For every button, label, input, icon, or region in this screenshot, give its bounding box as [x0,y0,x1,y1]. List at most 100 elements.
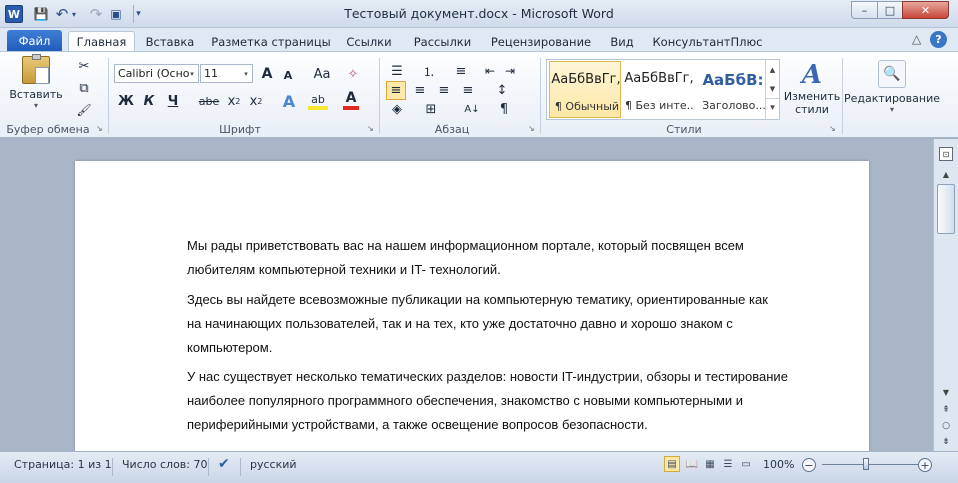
paragraph-launcher-icon[interactable]: ↘ [528,124,535,133]
font-size-combo[interactable]: 11 ▾ [200,64,253,83]
print-layout-view-icon[interactable]: ▤ [664,456,680,472]
clear-formatting-icon[interactable]: ✧ [344,65,362,83]
paste-dropdown-icon[interactable]: ▾ [34,101,38,110]
subscript-icon[interactable]: x2 [225,92,243,110]
tab-page-layout[interactable]: Разметка страницы [206,31,336,52]
proofing-icon[interactable]: ✔ [218,456,230,472]
tab-references[interactable]: Ссылки [341,31,397,52]
tab-view[interactable]: Вид [604,31,640,52]
style-no-spacing[interactable]: АаБбВвГг, ¶ Без инте... [623,61,695,118]
justify-icon[interactable]: ≡ [458,81,478,100]
style-name: Заголово... [702,99,766,112]
bullets-icon[interactable]: ☰ [386,62,408,80]
style-name: ¶ Без инте... [625,99,695,112]
numbering-icon[interactable]: ⒈ [418,62,440,80]
document-page[interactable]: Мы рады приветствовать вас на нашем инфо… [75,161,869,451]
grow-font-icon[interactable]: A [259,65,275,83]
help-icon[interactable]: ? [930,31,947,48]
tab-konsultantplus[interactable]: КонсультантПлюс [650,31,765,52]
draft-view-icon[interactable]: ▭ [738,456,754,472]
tab-insert[interactable]: Вставка [140,31,200,52]
scroll-down-icon[interactable]: ▼ [937,385,955,400]
copy-icon[interactable]: ⧉ [76,79,92,97]
next-page-icon[interactable]: ⇟ [938,435,954,449]
gallery-more-icon[interactable]: ▾ [766,98,779,117]
font-name-dropdown-icon[interactable]: ▾ [186,65,198,82]
zoom-slider-thumb[interactable] [863,458,869,470]
style-normal[interactable]: АаБбВвГг, ¶ Обычный [549,61,621,118]
tab-mailings[interactable]: Рассылки [405,31,480,52]
multilevel-list-icon[interactable]: ≡ [450,62,472,80]
tab-review[interactable]: Рецензирование [486,31,596,52]
maximize-button[interactable]: □ [877,1,903,19]
cut-icon[interactable]: ✂ [76,57,92,75]
styles-launcher-icon[interactable]: ↘ [829,124,836,133]
ruler-toggle-icon[interactable]: ⊡ [939,147,953,161]
clipboard-launcher-icon[interactable]: ↘ [96,124,103,133]
align-center-icon[interactable]: ≡ [410,81,430,100]
paragraph-3[interactable]: У нас существует несколько тематических … [187,365,827,437]
full-screen-reading-view-icon[interactable]: 📖 [684,456,700,472]
strikethrough-icon[interactable]: abe [198,92,220,110]
gallery-up-icon[interactable]: ▲ [766,60,779,79]
highlight-icon[interactable]: ab [308,92,328,110]
zoom-slider-track[interactable] [822,464,918,465]
sort-icon[interactable]: A↓ [462,100,482,119]
text-line: Мы рады приветствовать вас на нашем инфо… [187,238,744,253]
borders-icon[interactable]: ⊞ [420,100,442,119]
shading-icon[interactable]: ◈ [386,100,408,119]
text-line: компьютером. [187,340,273,355]
shrink-font-icon[interactable]: A [281,67,295,83]
tab-home[interactable]: Главная [68,31,135,52]
font-name-combo[interactable]: Calibri (Осно ▾ [114,64,199,83]
status-bar: Страница: 1 из 1 Число слов: 70 ✔ русски… [0,451,958,483]
superscript-icon[interactable]: x2 [247,92,265,110]
text-line: любителям компьютерной техники и IT- тех… [187,262,501,277]
language[interactable]: русский [250,458,297,471]
text-effects-icon[interactable]: A [280,91,298,111]
align-left-icon[interactable]: ≡ [386,81,406,100]
show-marks-icon[interactable]: ¶ [494,100,514,119]
paragraph-1[interactable]: Мы рады приветствовать вас на нашем инфо… [187,234,827,282]
minimize-button[interactable]: – [851,1,878,19]
change-case-icon[interactable]: Aa [311,65,333,83]
align-right-icon[interactable]: ≡ [434,81,454,100]
previous-page-icon[interactable]: ⇞ [938,403,954,417]
increase-indent-icon[interactable]: ⇥ [502,62,518,80]
gallery-down-icon[interactable]: ▼ [766,79,779,98]
format-painter-icon[interactable]: 🖌 [76,101,92,119]
ribbon: Вставить ▾ ✂ ⧉ 🖌 Буфер обмена ↘ Calibri … [0,51,958,138]
collapse-ribbon-icon[interactable]: △ [912,32,921,46]
word-count[interactable]: Число слов: 70 [122,458,208,471]
italic-icon[interactable]: К [141,92,157,110]
page-counter[interactable]: Страница: 1 из 1 [14,458,112,471]
editing-button[interactable]: 🔍 Редактирование ▾ [844,55,940,119]
zoom-level[interactable]: 100% [763,458,794,471]
paragraph-2[interactable]: Здесь вы найдете всевозможные публикации… [187,288,827,360]
style-sample: АаБбВвГг, [624,71,694,86]
close-button[interactable]: ✕ [902,1,949,19]
bold-icon[interactable]: Ж [118,92,134,110]
font-size-dropdown-icon[interactable]: ▾ [240,65,252,82]
title-bar: W 💾 ↶ ▾ ↷ ▣ ▾ Тестовый документ.docx - M… [0,0,958,28]
line-spacing-icon[interactable]: ↕ [490,81,514,100]
web-layout-view-icon[interactable]: ▦ [702,456,718,472]
paste-button[interactable]: Вставить ▾ [9,54,63,110]
underline-icon[interactable]: Ч [165,92,181,110]
scroll-up-icon[interactable]: ▲ [937,167,955,182]
select-browse-object-icon[interactable]: ○ [938,419,954,433]
scrollbar-thumb[interactable] [937,184,955,234]
decrease-indent-icon[interactable]: ⇤ [482,62,498,80]
outline-view-icon[interactable]: ☰ [720,456,736,472]
style-heading-1[interactable]: АаБбВ: Заголово... [697,61,769,118]
vertical-scrollbar: ⊡ ▲ ▼ ⇞ ○ ⇟ [933,139,958,451]
zoom-in-icon[interactable]: + [918,458,932,472]
status-divider [240,458,241,476]
clipboard-group-label: Буфер обмена [6,123,90,136]
tab-file[interactable]: Файл [7,30,62,52]
change-styles-button[interactable]: A Изменить стили [782,56,842,120]
superscript-base: x [249,93,258,109]
font-launcher-icon[interactable]: ↘ [367,124,374,133]
font-color-icon[interactable]: A [343,90,359,110]
zoom-out-icon[interactable]: − [802,458,816,472]
